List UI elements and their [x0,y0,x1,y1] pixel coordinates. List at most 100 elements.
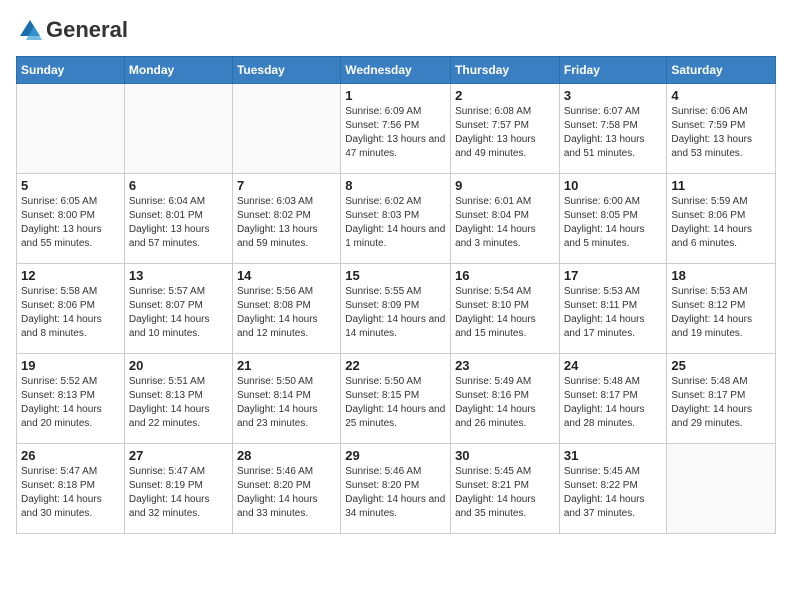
day-info: Sunrise: 5:49 AMSunset: 8:16 PMDaylight:… [455,375,555,431]
calendar-cell [124,84,232,174]
day-info: Sunrise: 6:00 AMSunset: 8:05 PMDaylight:… [564,195,663,251]
day-number: 17 [564,268,663,283]
calendar-cell: 12 Sunrise: 5:58 AMSunset: 8:06 PMDayligh… [17,264,125,354]
calendar-cell: 6 Sunrise: 6:04 AMSunset: 8:01 PMDaylight… [124,174,232,264]
day-number: 8 [345,178,446,193]
calendar-cell: 10 Sunrise: 6:00 AMSunset: 8:05 PMDayligh… [559,174,667,264]
calendar-cell [232,84,340,174]
day-number: 20 [129,358,228,373]
day-info: Sunrise: 5:45 AMSunset: 8:21 PMDaylight:… [455,465,555,521]
day-info: Sunrise: 5:53 AMSunset: 8:12 PMDaylight:… [671,285,771,341]
day-number: 26 [21,448,120,463]
calendar-cell: 11Sunrise: 5:59 AMSunset: 8:06 PMDayligh… [667,174,776,264]
calendar-cell: 21 Sunrise: 5:50 AMSunset: 8:14 PMDayligh… [232,354,340,444]
calendar-week-2: 5 Sunrise: 6:05 AMSunset: 8:00 PMDaylight… [17,174,776,264]
day-info: Sunrise: 5:51 AMSunset: 8:13 PMDaylight:… [129,375,228,431]
calendar-cell: 24Sunrise: 5:48 AMSunset: 8:17 PMDayligh… [559,354,667,444]
calendar-table: SundayMondayTuesdayWednesdayThursdayFrid… [16,56,776,534]
calendar-cell: 26 Sunrise: 5:47 AMSunset: 8:18 PMDayligh… [17,444,125,534]
day-number: 18 [671,268,771,283]
calendar-cell: 13 Sunrise: 5:57 AMSunset: 8:07 PMDayligh… [124,264,232,354]
calendar-week-5: 26 Sunrise: 5:47 AMSunset: 8:18 PMDayligh… [17,444,776,534]
calendar-cell: 3Sunrise: 6:07 AMSunset: 7:58 PMDaylight… [559,84,667,174]
calendar-cell: 29Sunrise: 5:46 AMSunset: 8:20 PMDayligh… [341,444,451,534]
calendar-cell: 20 Sunrise: 5:51 AMSunset: 8:13 PMDayligh… [124,354,232,444]
day-header-sunday: Sunday [17,57,125,84]
logo: General [16,16,128,44]
calendar-week-1: 1Sunrise: 6:09 AMSunset: 7:56 PMDaylight… [17,84,776,174]
calendar-cell: 19 Sunrise: 5:52 AMSunset: 8:13 PMDayligh… [17,354,125,444]
day-info: Sunrise: 5:58 AMSunset: 8:06 PMDaylight:… [21,285,120,341]
calendar-cell [17,84,125,174]
day-number: 29 [345,448,446,463]
page-header: General [16,16,776,44]
day-header-tuesday: Tuesday [232,57,340,84]
day-number: 19 [21,358,120,373]
day-number: 24 [564,358,663,373]
calendar-cell: 14 Sunrise: 5:56 AMSunset: 8:08 PMDayligh… [232,264,340,354]
day-info: Sunrise: 5:54 AMSunset: 8:10 PMDaylight:… [455,285,555,341]
day-info: Sunrise: 6:01 AMSunset: 8:04 PMDaylight:… [455,195,555,251]
calendar-cell: 27 Sunrise: 5:47 AMSunset: 8:19 PMDayligh… [124,444,232,534]
logo-text: General [46,18,128,42]
day-info: Sunrise: 5:50 AMSunset: 8:14 PMDaylight:… [237,375,336,431]
calendar-cell: 4Sunrise: 6:06 AMSunset: 7:59 PMDaylight… [667,84,776,174]
day-header-wednesday: Wednesday [341,57,451,84]
logo-icon [16,16,44,44]
day-number: 7 [237,178,336,193]
calendar-cell: 28 Sunrise: 5:46 AMSunset: 8:20 PMDayligh… [232,444,340,534]
day-number: 10 [564,178,663,193]
day-number: 14 [237,268,336,283]
calendar-week-3: 12 Sunrise: 5:58 AMSunset: 8:06 PMDayligh… [17,264,776,354]
day-number: 2 [455,88,555,103]
calendar-cell: 23 Sunrise: 5:49 AMSunset: 8:16 PMDayligh… [451,354,560,444]
calendar-cell: 31Sunrise: 5:45 AMSunset: 8:22 PMDayligh… [559,444,667,534]
day-info: Sunrise: 6:08 AMSunset: 7:57 PMDaylight:… [455,105,555,161]
day-number: 15 [345,268,446,283]
day-header-saturday: Saturday [667,57,776,84]
day-info: Sunrise: 5:48 AMSunset: 8:17 PMDaylight:… [671,375,771,431]
day-info: Sunrise: 6:05 AMSunset: 8:00 PMDaylight:… [21,195,120,251]
day-header-monday: Monday [124,57,232,84]
day-info: Sunrise: 6:03 AMSunset: 8:02 PMDaylight:… [237,195,336,251]
day-info: Sunrise: 6:04 AMSunset: 8:01 PMDaylight:… [129,195,228,251]
day-info: Sunrise: 5:55 AMSunset: 8:09 PMDaylight:… [345,285,446,341]
day-info: Sunrise: 5:57 AMSunset: 8:07 PMDaylight:… [129,285,228,341]
calendar-cell: 15 Sunrise: 5:55 AMSunset: 8:09 PMDayligh… [341,264,451,354]
calendar-cell [667,444,776,534]
day-number: 16 [455,268,555,283]
day-number: 13 [129,268,228,283]
day-header-friday: Friday [559,57,667,84]
day-number: 5 [21,178,120,193]
day-number: 9 [455,178,555,193]
day-info: Sunrise: 5:47 AMSunset: 8:18 PMDaylight:… [21,465,120,521]
calendar-cell: 9 Sunrise: 6:01 AMSunset: 8:04 PMDaylight… [451,174,560,264]
day-info: Sunrise: 5:46 AMSunset: 8:20 PMDaylight:… [237,465,336,521]
day-number: 27 [129,448,228,463]
day-number: 3 [564,88,663,103]
day-info: Sunrise: 5:53 AMSunset: 8:11 PMDaylight:… [564,285,663,341]
day-number: 4 [671,88,771,103]
day-number: 23 [455,358,555,373]
day-number: 28 [237,448,336,463]
day-info: Sunrise: 6:02 AMSunset: 8:03 PMDaylight:… [345,195,446,251]
calendar-cell: 17 Sunrise: 5:53 AMSunset: 8:11 PMDayligh… [559,264,667,354]
day-number: 25 [671,358,771,373]
calendar-cell: 8 Sunrise: 6:02 AMSunset: 8:03 PMDaylight… [341,174,451,264]
day-info: Sunrise: 5:47 AMSunset: 8:19 PMDaylight:… [129,465,228,521]
calendar-cell: 22Sunrise: 5:50 AMSunset: 8:15 PMDayligh… [341,354,451,444]
day-number: 31 [564,448,663,463]
day-number: 12 [21,268,120,283]
day-info: Sunrise: 5:52 AMSunset: 8:13 PMDaylight:… [21,375,120,431]
day-number: 6 [129,178,228,193]
day-info: Sunrise: 5:59 AMSunset: 8:06 PMDaylight:… [671,195,771,251]
day-header-thursday: Thursday [451,57,560,84]
day-number: 21 [237,358,336,373]
calendar-cell: 5 Sunrise: 6:05 AMSunset: 8:00 PMDaylight… [17,174,125,264]
day-info: Sunrise: 5:56 AMSunset: 8:08 PMDaylight:… [237,285,336,341]
calendar-cell: 1Sunrise: 6:09 AMSunset: 7:56 PMDaylight… [341,84,451,174]
calendar-week-4: 19 Sunrise: 5:52 AMSunset: 8:13 PMDayligh… [17,354,776,444]
day-number: 22 [345,358,446,373]
calendar-header-row: SundayMondayTuesdayWednesdayThursdayFrid… [17,57,776,84]
calendar-cell: 25 Sunrise: 5:48 AMSunset: 8:17 PMDayligh… [667,354,776,444]
